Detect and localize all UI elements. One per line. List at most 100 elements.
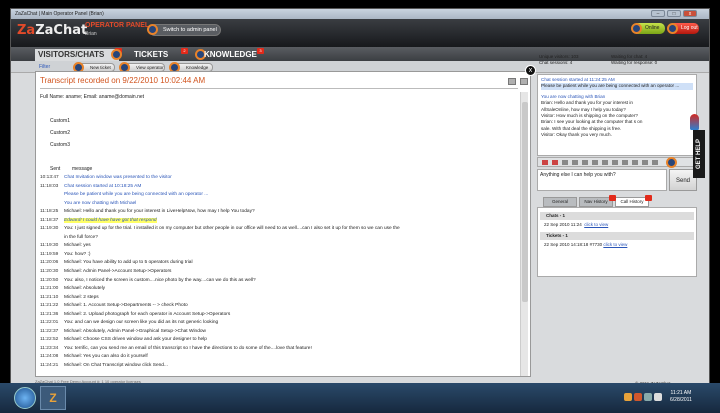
message-text: Chat session started at 10:18:25 AM	[64, 183, 142, 189]
transcript-message: 11:21:00 Michael: Absolutely	[40, 285, 510, 294]
toolbar-marker-icon	[666, 157, 677, 168]
tab-visitors-chats[interactable]: VISITORS/CHATS	[35, 49, 119, 61]
message-time: 11:20:50	[40, 277, 59, 283]
zazachat-logo: ZaZaChat	[17, 23, 88, 38]
tool-icon[interactable]	[632, 160, 638, 165]
tool-icon[interactable]	[652, 160, 658, 165]
custom-field: Custom1	[50, 118, 71, 124]
message-text: Michael: 2. Upload photograph for each o…	[64, 311, 231, 317]
message-time: 10:13:47	[40, 175, 59, 180]
chat-line: Visitor: Okay thank you very much.	[541, 132, 612, 138]
divider	[40, 88, 518, 89]
tray-icon[interactable]	[624, 393, 632, 401]
chats-header: Chats - 1	[540, 212, 694, 220]
filter-button[interactable]: Filter	[39, 64, 50, 70]
message-text: Michael: Yes you can also do it yourself	[64, 354, 148, 360]
get-help-button[interactable]: GET HELP	[693, 130, 705, 178]
tool-icon[interactable]	[562, 160, 568, 165]
transcript-message: 11:24:08 Michael: Yes you can also do it …	[40, 353, 510, 362]
tool-icon[interactable]	[612, 160, 618, 165]
transcript-scrollbar[interactable]	[520, 92, 528, 376]
waiting-stats: Waiting for chat: 4 Waiting for response…	[611, 54, 658, 65]
col-message-header: message	[72, 166, 93, 172]
transcript-message: 11:21:10 Michael: 2 steps	[40, 294, 510, 303]
online-marker-icon	[631, 23, 642, 34]
chat-message-input[interactable]: Anything else I can help you with?	[537, 169, 667, 191]
tool-icon[interactable]	[552, 160, 558, 165]
tab-knowledge[interactable]: KNOWLEDGE	[201, 49, 257, 61]
volume-icon[interactable]	[654, 393, 662, 401]
maximize-button[interactable]: □	[667, 10, 681, 17]
tab-badge: 2	[181, 48, 188, 54]
parrot-logo-icon	[690, 114, 699, 130]
transcript-message: 11:22:01 You: and can we design our scree…	[40, 319, 510, 328]
call-history-panel: Chats - 1 22 Sep 2010 11:24 click to vie…	[537, 207, 697, 277]
tab-call-history[interactable]: Call History	[615, 197, 649, 207]
message-list: 10:13:47 Chat Invitation window was prese…	[40, 174, 510, 371]
email-icon[interactable]	[520, 78, 528, 85]
transcript-message: 11:21:36 Michael: 2. Upload photograph fo…	[40, 311, 510, 320]
start-button[interactable]	[14, 387, 36, 409]
transcript-message: 11:22:37 Michael: Absolutely, Admin Panel…	[40, 328, 510, 337]
message-text: in the full force?	[64, 234, 98, 240]
message-text: Chat Invitation window was presented to …	[64, 175, 172, 180]
tool-icon[interactable]	[642, 160, 648, 165]
message-text: Edward! I could have have got that respo…	[64, 217, 157, 223]
panel-title: OPERATOR PANEL	[85, 22, 150, 29]
message-text: You: also, I noticed the screen is custo…	[64, 277, 256, 283]
taskbar-app-button[interactable]: Z	[40, 386, 66, 410]
message-text: Michael: Choose CSS driven window and as…	[64, 337, 207, 343]
transcript-message: 11:19:59 You: how? :)	[40, 251, 510, 260]
tab-nav-history[interactable]: Nav History	[579, 197, 613, 207]
minimize-button[interactable]: –	[651, 10, 665, 17]
tickets-row: 22 Sep 2010 14:18:18 #7730 click to view	[544, 242, 628, 247]
message-time: 11:20:06	[40, 260, 59, 266]
transcript-message: 11:23:34 You: terrific, can you send me a…	[40, 345, 510, 354]
message-time: 11:19:59	[40, 251, 59, 257]
chats-view-link[interactable]: click to view	[584, 222, 608, 227]
close-window-button[interactable]: x	[683, 10, 697, 17]
tray-icon[interactable]	[644, 393, 652, 401]
message-text: You: terrific, can you send me an email …	[64, 345, 312, 351]
system-clock[interactable]: 11:21 AM 6/28/2011	[670, 390, 692, 404]
visitor-stats: Unique visitors: 103 Chat sessions: 4	[539, 54, 579, 65]
chat-toolbar	[537, 157, 697, 168]
message-time: 11:22:01	[40, 320, 59, 326]
tab-tickets[interactable]: TICKETS	[131, 49, 168, 61]
tool-icon[interactable]	[572, 160, 578, 165]
message-time: 11:22:52	[40, 337, 59, 343]
message-text: You: and can we design our screen like y…	[64, 320, 219, 326]
app-window: ZaZaChat | Main Operator Panel (Brian) –…	[10, 8, 710, 394]
tab-general[interactable]: General	[543, 197, 577, 207]
transcript-message: Please be patient while you are being co…	[40, 191, 510, 200]
chat-line: Please be patient while you are being co…	[541, 83, 693, 90]
tool-icon[interactable]	[592, 160, 598, 165]
scroll-thumb[interactable]	[522, 102, 528, 302]
print-icon[interactable]	[508, 78, 516, 85]
tickets-view-link[interactable]: click to view	[603, 242, 627, 247]
message-time: 11:20:30	[40, 269, 59, 275]
switch-to-admin-button[interactable]: Switch to admin panel	[149, 24, 221, 36]
tool-icon[interactable]	[602, 160, 608, 165]
tab-badge: 3	[257, 48, 264, 54]
message-text: Please be patient while you are being co…	[64, 192, 209, 198]
col-sent-header: Sent	[50, 166, 61, 172]
custom-field: Custom3	[50, 142, 71, 148]
transcript-message: 11:21:22 Michael: 1. Account Setup->Depar…	[40, 302, 510, 311]
tool-icon[interactable]	[622, 160, 628, 165]
message-time: 11:19:30	[40, 226, 59, 232]
tray-icon[interactable]	[634, 393, 642, 401]
tab-marker-icon	[111, 49, 122, 60]
transcript-title: Transcript recorded on 9/22/2010 10:02:4…	[40, 76, 206, 85]
operator-name: Brian	[85, 31, 97, 37]
transcript-close-button[interactable]: x	[525, 65, 536, 76]
switch-admin-marker-icon	[147, 24, 158, 35]
tool-icon[interactable]	[582, 160, 588, 165]
tool-icon[interactable]	[542, 160, 548, 165]
message-time: 11:24:08	[40, 354, 59, 360]
transcript-message: 11:20:06 Michael: You have ability to add…	[40, 259, 510, 268]
transcript-message: 11:20:50 You: also, I noticed the screen …	[40, 277, 510, 286]
message-text: Michael: Absolutely, Admin Panel->Graphi…	[64, 328, 207, 334]
message-text: Michael: 1. Account Setup->Departments -…	[64, 303, 188, 309]
message-time: 11:21:36	[40, 311, 59, 317]
